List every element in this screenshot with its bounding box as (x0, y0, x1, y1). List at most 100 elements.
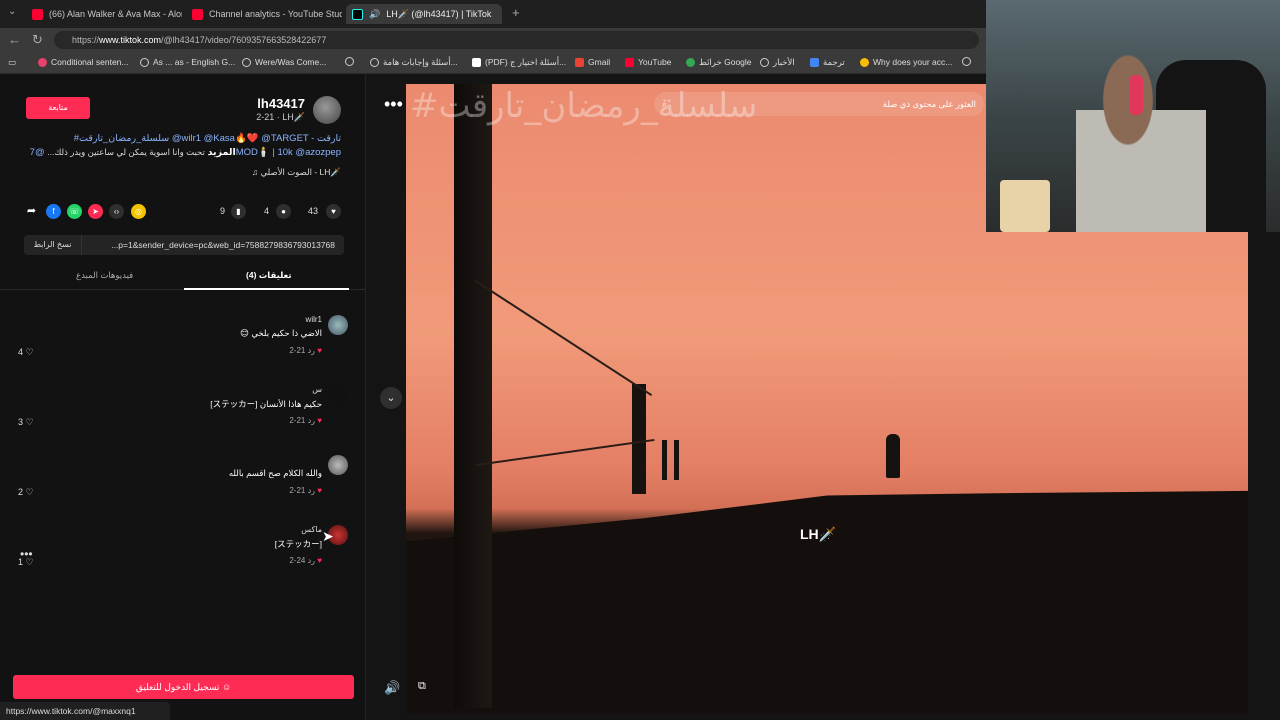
heart-icon[interactable]: ♥ (317, 416, 322, 425)
new-tab-icon[interactable]: + (512, 5, 520, 20)
news-icon (760, 58, 769, 67)
globe-icon (242, 57, 251, 67)
chevron-down-icon[interactable]: ⌄ (380, 387, 402, 409)
heart-icon[interactable]: ♥ (317, 556, 322, 565)
browser-tab-1[interactable]: (66) Alan Walker & Ava Max - Alone ✕ (32, 4, 182, 24)
comment-like[interactable]: 4 ♡ (18, 347, 34, 358)
video-watermark: LH🗡️ (800, 526, 837, 542)
reply-button[interactable]: رد (308, 486, 315, 495)
search-icon: ⌕ (662, 99, 667, 109)
bookmark-item[interactable]: ترجمة (810, 57, 845, 68)
comment-meta: 2-24 رد ♥ (289, 556, 322, 565)
comment-text: [ステッカー] حكيم هاذا الأنسان (210, 399, 322, 409)
comment-like[interactable]: 1 ♡ (18, 557, 34, 568)
post-details-panel: متابعة lh43417 2-21 · LH🗡️ #سلسلة_رمضان_… (0, 74, 366, 720)
bookmark-icon (38, 57, 47, 67)
bookmark-item[interactable]: Gmail (575, 57, 610, 67)
bookmark-item[interactable] (345, 57, 354, 66)
bookmark-item[interactable]: YouTube (625, 57, 671, 67)
heart-outline-icon: ♡ (25, 347, 34, 357)
post-date: 2-21 · LH🗡️ (256, 112, 305, 122)
tab-comments[interactable]: تعليقات (4) (246, 270, 292, 281)
avatar[interactable] (328, 455, 348, 475)
bookmark-item[interactable]: الأخبار (760, 57, 795, 68)
sound-link[interactable]: ♫ الصوت الأصلي - LH🗡️ (252, 167, 341, 178)
tab-list-icon[interactable]: ⌄ (8, 6, 16, 17)
more-link[interactable]: المزيد (208, 147, 236, 158)
comment-text: والله الكلام صح اقسم بالله (228, 468, 322, 478)
bookmark-item[interactable]: (PDF) أسئلة اختيار ج... (472, 57, 566, 68)
bookmarks-menu-icon[interactable]: ▭ (8, 57, 16, 68)
reply-button[interactable]: رد (308, 416, 315, 425)
related-search-bar[interactable]: العثور على محتوى ذي صلة ⌕ (654, 92, 984, 116)
heart-outline-icon: ♡ (25, 487, 34, 497)
comment-like[interactable]: 3 ♡ (18, 417, 34, 428)
reload-icon[interactable]: ↻ (32, 32, 43, 48)
share-arrow-icon[interactable]: ➦ (24, 204, 39, 219)
google-icon (860, 57, 869, 67)
avatar[interactable] (328, 315, 348, 335)
comment-text: 😊 الاضي ذا حكيم بلخي (240, 328, 322, 338)
comment-author[interactable]: wilr1 (306, 315, 322, 324)
heart-outline-icon: ♡ (25, 417, 34, 427)
more-options-icon[interactable]: ••• (384, 94, 403, 115)
picture-in-picture-icon[interactable]: ⧉ (418, 680, 426, 693)
volume-icon[interactable]: 🔊 (384, 680, 400, 696)
copy-link-button[interactable]: نسخ الرابط (24, 235, 82, 255)
video-wire (474, 280, 653, 397)
comment-icon: ☺ (221, 682, 232, 692)
bookmark-item[interactable]: As ... as - English G... (140, 57, 235, 67)
gmail-icon (575, 57, 584, 67)
send-icon[interactable]: ➤ (88, 204, 103, 219)
browser-tab-2[interactable]: Channel analytics - YouTube Studio ✕ (192, 4, 342, 24)
video-fence-post (662, 440, 667, 480)
bookmark-item[interactable]: خرائط Google (686, 57, 752, 68)
comment-meta: 2-21 رد ♥ (289, 486, 322, 495)
bookmark-item[interactable]: Conditional senten... (38, 57, 129, 67)
whatsapp-icon[interactable]: ☏ (67, 204, 82, 219)
post-description-line2: المزيد تحبت وانا اسوية يمكن لي ساعتين وي… (29, 147, 341, 158)
bookmark-item[interactable]: Were/Was Come... (242, 57, 326, 67)
comment-author[interactable]: س (312, 385, 322, 394)
avatar[interactable] (328, 385, 348, 405)
avatar[interactable] (313, 96, 341, 124)
username[interactable]: lh43417 (257, 96, 305, 111)
likes-count: 43 (308, 206, 319, 216)
reply-button[interactable]: رد (308, 346, 315, 355)
back-icon[interactable]: ← (8, 32, 21, 47)
comment-icon[interactable]: ● (276, 204, 291, 219)
facebook-icon[interactable]: f (46, 204, 61, 219)
content-tabs: فيديوهات المبدع تعليقات (4) (0, 264, 366, 290)
translate-icon (810, 58, 819, 67)
bookmark-item[interactable]: Why does your acc... (860, 57, 952, 67)
reply-button[interactable]: رد (308, 556, 315, 565)
coin-icon[interactable]: ◎ (131, 204, 146, 219)
video-post (454, 84, 492, 708)
youtube-studio-icon (192, 8, 203, 20)
browser-tab-3[interactable]: 🔊 LH🗡️ (@lh43417) | TikTok ✕ (346, 4, 502, 24)
bookmark-icon[interactable]: ▮ (231, 204, 246, 219)
login-to-comment-button[interactable]: تسجيل الدخول للتعليق ☺ (13, 675, 354, 699)
heart-icon[interactable]: ♥ (317, 346, 322, 355)
heart-icon[interactable]: ♥ (326, 204, 341, 219)
saves-count: 9 (220, 206, 226, 216)
close-tab-icon[interactable]: ✕ (501, 9, 502, 20)
follow-button[interactable]: متابعة (26, 97, 90, 119)
url-field[interactable]: https://www.tiktok.com/@lh43417/video/76… (54, 31, 979, 49)
globe-icon (962, 57, 971, 66)
speaker-icon[interactable]: 🔊 (369, 9, 380, 20)
tab-creator-videos[interactable]: فيديوهات المبدع (76, 270, 133, 281)
bookmark-item[interactable]: أسئلة وإجابات هامة... (370, 57, 458, 68)
video-person (886, 434, 900, 478)
webcam-overlay (986, 0, 1280, 232)
embed-icon[interactable]: ‹› (109, 204, 124, 219)
heart-icon[interactable]: ♥ (317, 486, 322, 495)
webcam-headset (1129, 75, 1143, 115)
comment-author[interactable]: ماكس (301, 525, 322, 534)
bookmark-item[interactable] (962, 57, 971, 66)
link-text[interactable]: ...p=1&sender_device=pc&web_id=758827983… (111, 240, 335, 250)
maps-icon (686, 58, 695, 67)
comments-count: 4 (264, 206, 270, 216)
comment-like[interactable]: 2 ♡ (18, 487, 34, 498)
post-description-line1[interactable]: #سلسلة_رمضان_تارقت @wilr1 @Kasa🔥❤️ @TARG… (74, 133, 341, 144)
